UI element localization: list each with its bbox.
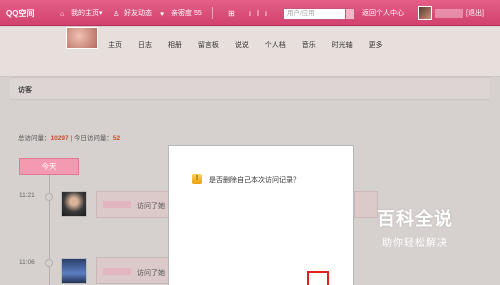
timeline-dot (45, 259, 53, 267)
total-visits-count: 10297 (50, 135, 69, 142)
nav-item-profile[interactable]: 个人档 (265, 42, 286, 49)
timeline-dot (45, 193, 53, 201)
return-personal-center-link[interactable]: 返回个人中心 (362, 7, 404, 20)
today-visits-count: 52 (112, 135, 121, 142)
today-visits-label: 今日访问量： (73, 135, 113, 142)
friends-dynamic-label: 好友动态 (124, 10, 152, 17)
dialog-message: 是否删除自己本次访问记录？ (209, 177, 300, 184)
watermark: 百科全说 助你轻松解决 (340, 205, 490, 249)
visit-time: 11:21 (19, 192, 35, 199)
main-nav: 主页 日志 相册 留言板 说说 个人档 音乐 时光轴 更多 (108, 40, 397, 50)
nav-item-album[interactable]: 相册 (168, 42, 182, 49)
search-input[interactable]: 用户/应用 (283, 8, 347, 20)
visitor-avatar[interactable] (61, 191, 87, 217)
watermark-subtitle: 助你轻松解决 (382, 238, 448, 249)
nav-item-more[interactable]: 更多 (369, 42, 383, 49)
home-icon: ⌂ (60, 11, 65, 18)
visit-action: 访问了她 (137, 270, 165, 277)
visit-stats: 总访问量：10297 | 今日访问量：52 (18, 132, 120, 142)
my-homepage-label: 我的主页 (71, 10, 99, 17)
nav-item-timeline[interactable]: 时光轴 (332, 42, 353, 49)
rank-link[interactable]: ♥ 亲密度 55 (160, 7, 202, 20)
delete-confirm-dialog: ! 是否删除自己本次访问记录？ (168, 145, 354, 285)
section-title: 访客 (10, 77, 490, 100)
visitor-avatar[interactable] (61, 258, 87, 284)
my-homepage-link[interactable]: ⌂ 我的主页▾ (60, 7, 103, 20)
nav-item-blog[interactable]: 日志 (138, 42, 152, 49)
friends-icon: ♙ (113, 11, 120, 18)
rank-label: 亲密度 55 (171, 10, 202, 17)
visitor-name-blurred[interactable] (103, 268, 131, 275)
warning-icon: ! (192, 174, 202, 184)
logout-link[interactable]: [退出] (466, 7, 484, 20)
chevron-down-icon: ▾ (99, 10, 103, 17)
nav-item-home[interactable]: 主页 (108, 42, 122, 49)
qzone-logo[interactable]: QQ空间 (6, 7, 34, 20)
watermark-title: 百科全说 (377, 209, 453, 230)
timeline-line (49, 175, 50, 285)
top-bar: QQ空间 ⌂ 我的主页▾ ♙ 好友动态 ♥ 亲密度 55 ⊞ ılı 用户/应用 返回… (0, 0, 500, 26)
username-blurred[interactable] (435, 9, 463, 18)
app-icons[interactable]: ⊞ ılı (228, 7, 273, 20)
nav-item-shuoshuo[interactable]: 说说 (235, 42, 249, 49)
search-button[interactable] (345, 8, 355, 20)
total-visits-label: 总访问量： (18, 135, 51, 142)
visit-time: 11:06 (19, 259, 35, 266)
today-tab[interactable]: 今天 (19, 158, 79, 175)
divider (212, 7, 213, 19)
friends-dynamic-link[interactable]: ♙ 好友动态 (113, 7, 152, 20)
heart-icon: ♥ (160, 11, 165, 18)
confirm-button-highlight[interactable] (307, 271, 329, 285)
nav-item-message-board[interactable]: 留言板 (198, 42, 219, 49)
visit-action: 访问了她 (137, 203, 165, 210)
visitor-name-blurred[interactable] (103, 201, 131, 208)
nav-item-music[interactable]: 音乐 (302, 42, 316, 49)
avatar[interactable] (418, 6, 432, 20)
profile-picture[interactable] (66, 27, 98, 49)
